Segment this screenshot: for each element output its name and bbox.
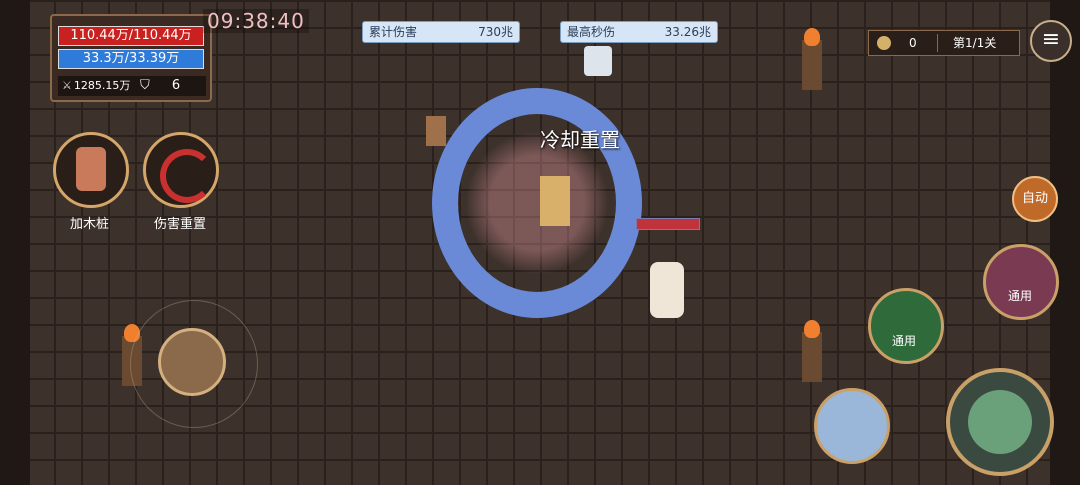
attack-stat: ⚔ 1285.15万 bbox=[58, 76, 136, 96]
training-dummy-icon bbox=[76, 147, 106, 191]
ice-vortex-effect bbox=[432, 88, 642, 318]
add-dummy-label: 加木桩 bbox=[70, 217, 110, 232]
shield-icon: ⛉ bbox=[140, 78, 150, 93]
game-timer: 09:38:40 bbox=[203, 9, 309, 33]
total-damage-pill: 累计伤害 730兆 bbox=[362, 21, 520, 43]
enemy-lion-mask bbox=[584, 46, 612, 76]
cooldown-reset-text: 冷却重置 bbox=[540, 128, 620, 152]
sword-icon: ⚔ bbox=[62, 79, 72, 92]
menu-icon: ≡ bbox=[1041, 27, 1061, 52]
add-dummy-button[interactable] bbox=[53, 132, 129, 208]
torch-icon bbox=[802, 28, 822, 90]
menu-button[interactable]: ≡ bbox=[1030, 20, 1072, 62]
right-wall bbox=[1050, 0, 1080, 485]
torch-icon bbox=[802, 320, 822, 382]
coin-icon bbox=[877, 36, 891, 50]
left-wall bbox=[0, 0, 30, 485]
auto-button[interactable]: 自动 bbox=[1012, 176, 1058, 222]
smile-face-icon bbox=[968, 390, 1032, 454]
skill-scroll-label: 通用 bbox=[892, 334, 917, 348]
enemy-totem bbox=[426, 116, 446, 146]
skill-spirit-button[interactable] bbox=[814, 388, 890, 464]
hp-bar: 110.44万/110.44万 bbox=[58, 26, 204, 46]
skill-ring-label: 通用 bbox=[1008, 289, 1033, 303]
enemy-health-bar bbox=[636, 218, 700, 230]
skill-ring-button[interactable] bbox=[983, 244, 1059, 320]
joystick-knob[interactable] bbox=[158, 328, 226, 396]
defense-stat: ⛉ 6 bbox=[136, 76, 206, 96]
reset-icon bbox=[160, 149, 214, 203]
player-character bbox=[540, 176, 570, 226]
player-stats-panel: 110.44万/110.44万 33.3万/33.39万 ⚔ 1285.15万 ⛉… bbox=[50, 14, 212, 102]
reset-damage-label: 伤害重置 bbox=[154, 217, 207, 232]
peak-dps-pill: 最高秒伤 33.26兆 bbox=[560, 21, 718, 43]
skill-scroll-button[interactable] bbox=[868, 288, 944, 364]
main-attack-button[interactable] bbox=[946, 368, 1054, 476]
stage-indicator: 第1/1关 bbox=[953, 36, 997, 50]
currency-bar: 0 第1/1关 bbox=[868, 30, 1020, 56]
reset-damage-button[interactable] bbox=[143, 132, 219, 208]
ally-pet bbox=[650, 262, 684, 318]
gold-count: 0 bbox=[909, 36, 917, 50]
mp-bar: 33.3万/33.39万 bbox=[58, 49, 204, 69]
